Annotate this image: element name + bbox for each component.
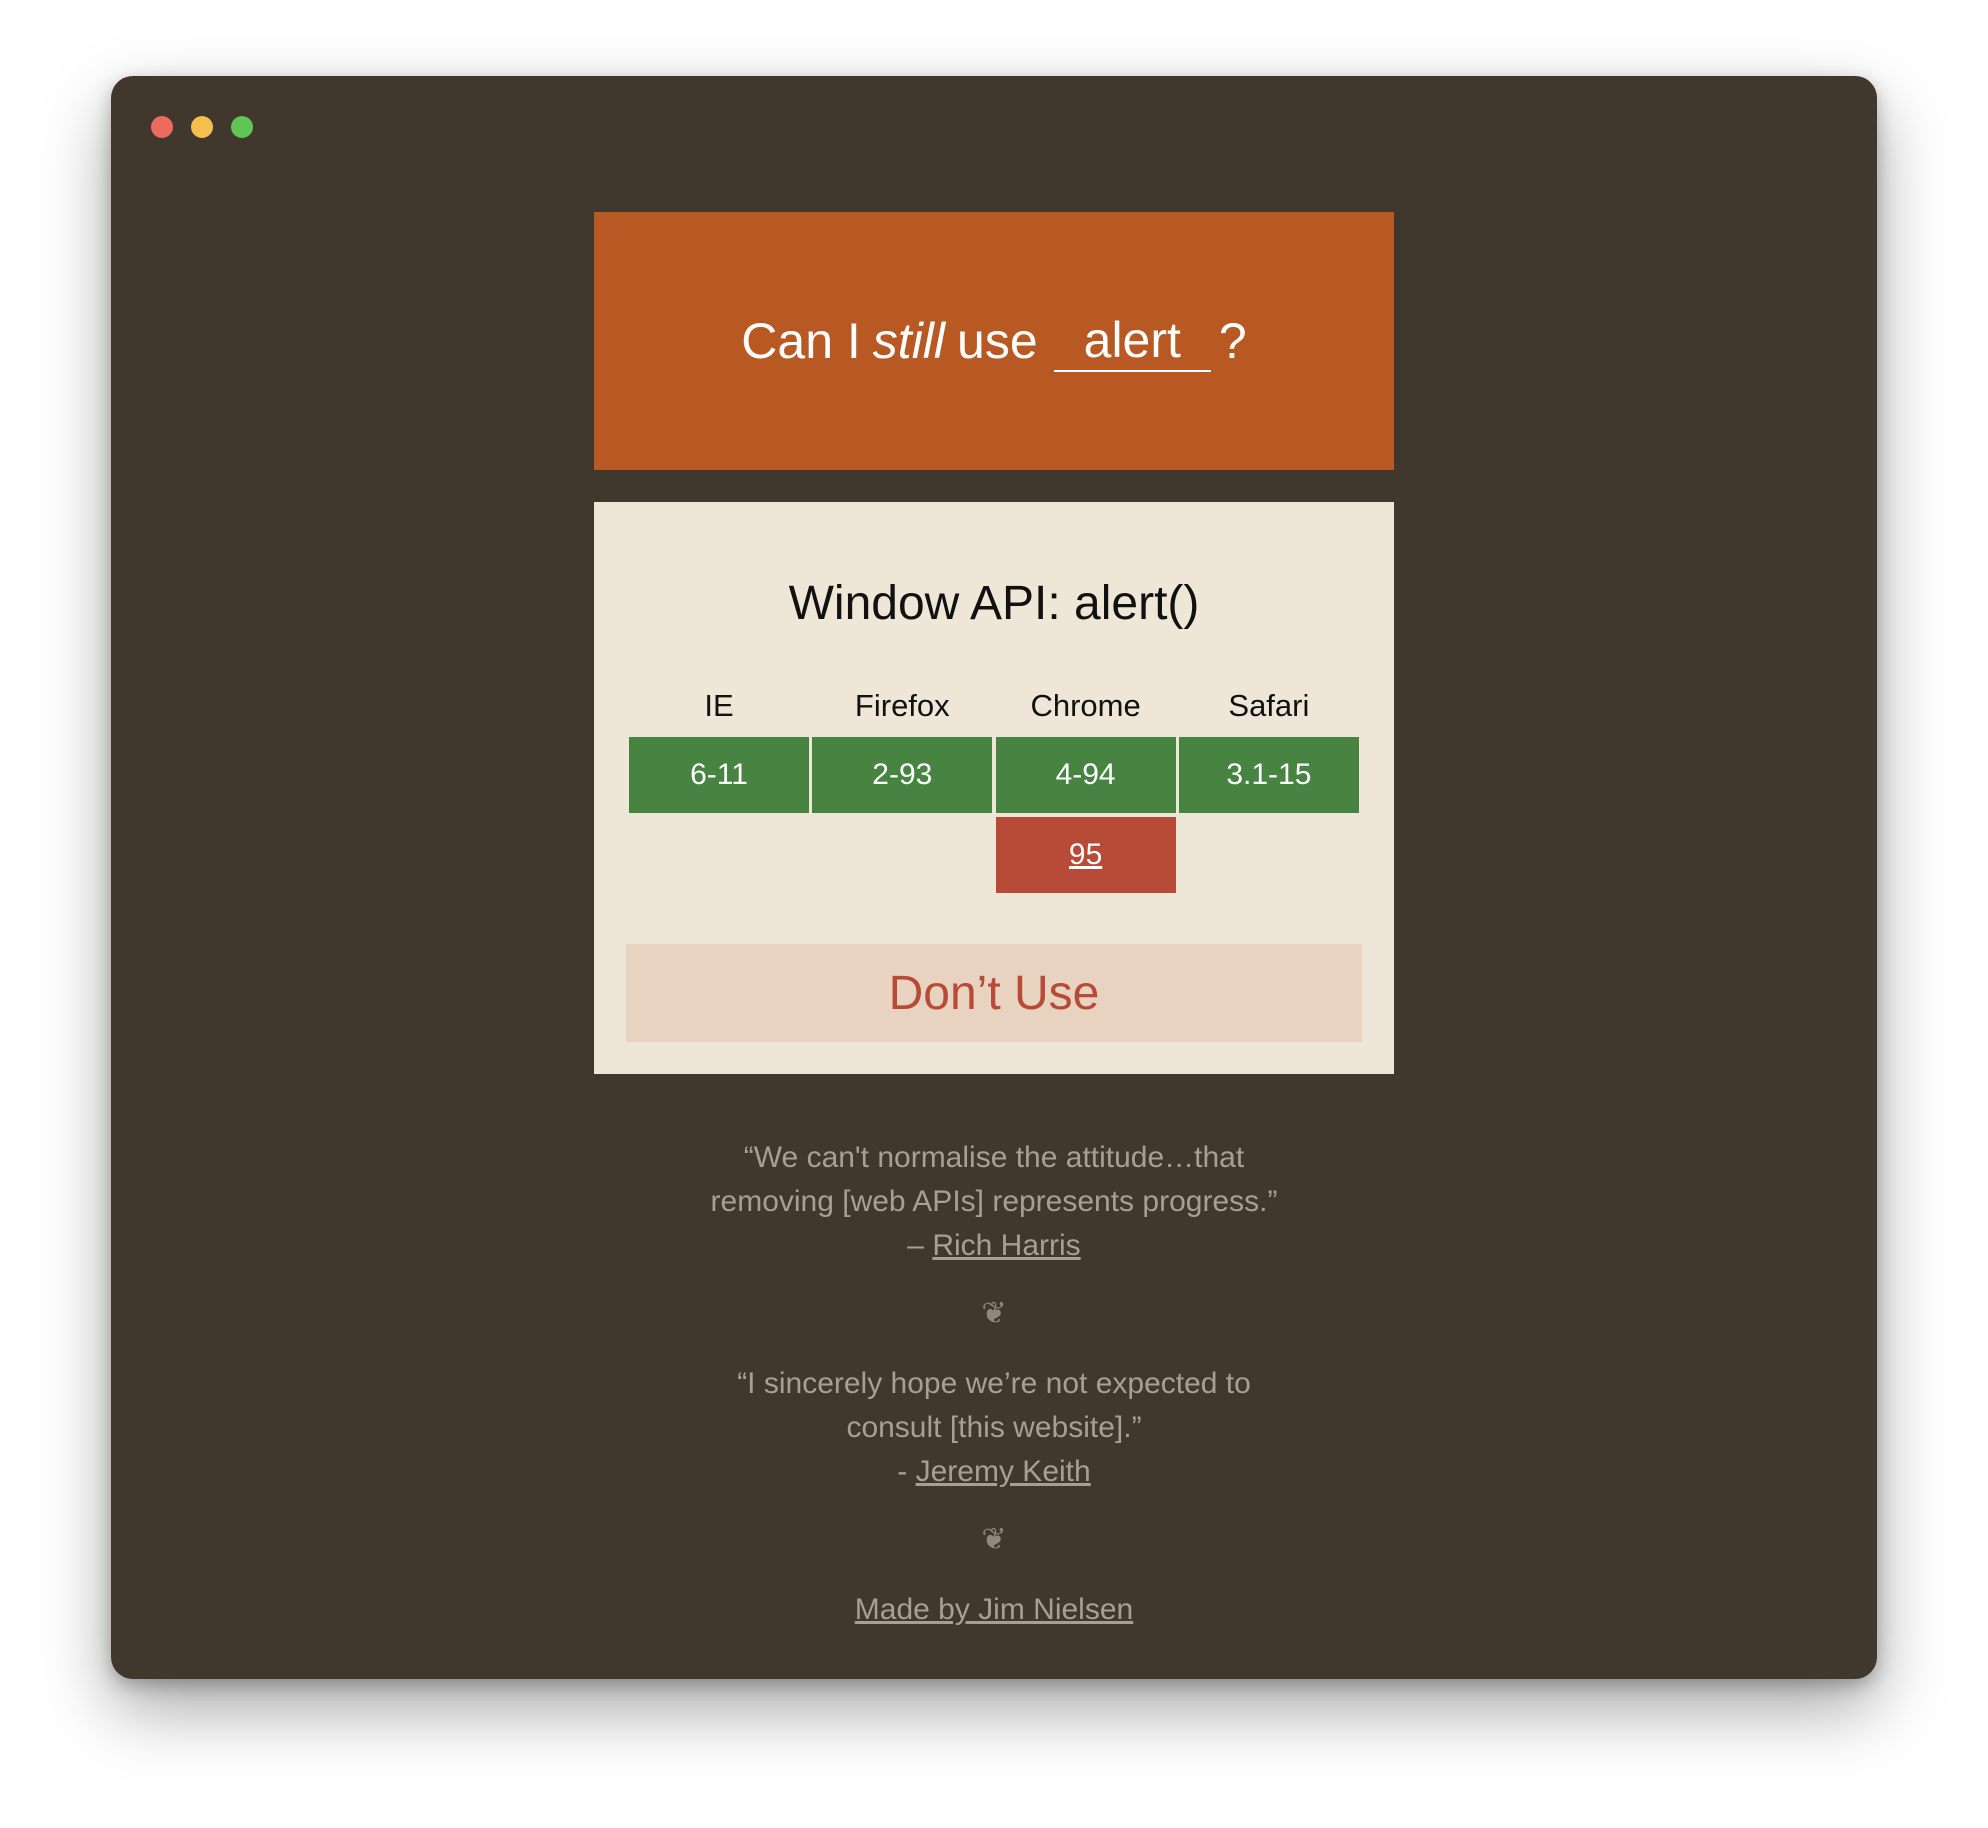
- support-cell-firefox: 2-93: [812, 737, 993, 813]
- window-controls: [151, 116, 253, 138]
- minimize-window-button[interactable]: [191, 116, 213, 138]
- attribution-prefix: -: [897, 1455, 916, 1488]
- quote-rich-harris: “We can't normalise the attitude…that re…: [674, 1136, 1314, 1268]
- footer: Made by Jim Nielsen: [594, 1588, 1394, 1632]
- chrome-unsupported-version-link[interactable]: 95: [1069, 838, 1102, 871]
- browser-support-grid: IE Firefox Chrome Safari 6-11 2-93 4-94 …: [629, 685, 1359, 893]
- quote-attribution: - Jeremy Keith: [674, 1450, 1314, 1494]
- attribution-prefix: –: [907, 1229, 933, 1262]
- hero-middle: use: [957, 313, 1038, 369]
- author-link-jeremy-keith[interactable]: Jeremy Keith: [916, 1455, 1091, 1488]
- maximize-window-button[interactable]: [231, 116, 253, 138]
- quote-jeremy-keith: “I sincerely hope we’re not expected to …: [674, 1362, 1314, 1494]
- support-card: Window API: alert() IE Firefox Chrome Sa…: [594, 502, 1394, 1074]
- made-by-link[interactable]: Made by Jim Nielsen: [855, 1593, 1133, 1626]
- unsupported-cell-safari-empty: [1179, 817, 1359, 893]
- browser-header-chrome: Chrome: [1030, 688, 1141, 723]
- quote-line: “I sincerely hope we’re not expected to: [737, 1367, 1251, 1400]
- api-title: Window API: alert(): [788, 577, 1200, 630]
- browser-header-safari: Safari: [1228, 688, 1310, 723]
- fleuron-divider-icon: ❦: [981, 1523, 1007, 1556]
- unsupported-cell-chrome: 95: [995, 817, 1176, 893]
- author-link-rich-harris[interactable]: Rich Harris: [932, 1229, 1080, 1262]
- quote-line: removing [web APIs] represents progress.…: [710, 1185, 1278, 1218]
- hero-suffix: ?: [1218, 313, 1247, 369]
- hero-emphasis: still: [872, 313, 946, 369]
- api-select-input[interactable]: alert: [1053, 310, 1211, 372]
- hero-prefix: Can I: [741, 313, 861, 369]
- quote-line: “We can't normalise the attitude…that: [743, 1141, 1245, 1174]
- support-cell-chrome: 4-94: [995, 737, 1176, 813]
- browser-header-firefox: Firefox: [854, 688, 950, 723]
- support-cell-ie: 6-11: [629, 737, 809, 813]
- unsupported-cell-ie-empty: [629, 817, 809, 893]
- browser-window: Can I still use alert ? Window API: aler…: [111, 76, 1877, 1679]
- browser-header-ie: IE: [704, 688, 734, 723]
- unsupported-cell-firefox-empty: [812, 817, 992, 893]
- hero-banner: Can I still use alert ?: [594, 212, 1394, 470]
- verdict-banner: Don’t Use: [626, 944, 1362, 1042]
- support-cell-safari: 3.1-15: [1178, 737, 1359, 813]
- fleuron-divider-icon: ❦: [981, 1297, 1007, 1330]
- quotes-section: “We can't normalise the attitude…that re…: [594, 1136, 1394, 1632]
- quote-line: consult [this website].”: [846, 1411, 1142, 1444]
- close-window-button[interactable]: [151, 116, 173, 138]
- quote-attribution: – Rich Harris: [674, 1224, 1314, 1268]
